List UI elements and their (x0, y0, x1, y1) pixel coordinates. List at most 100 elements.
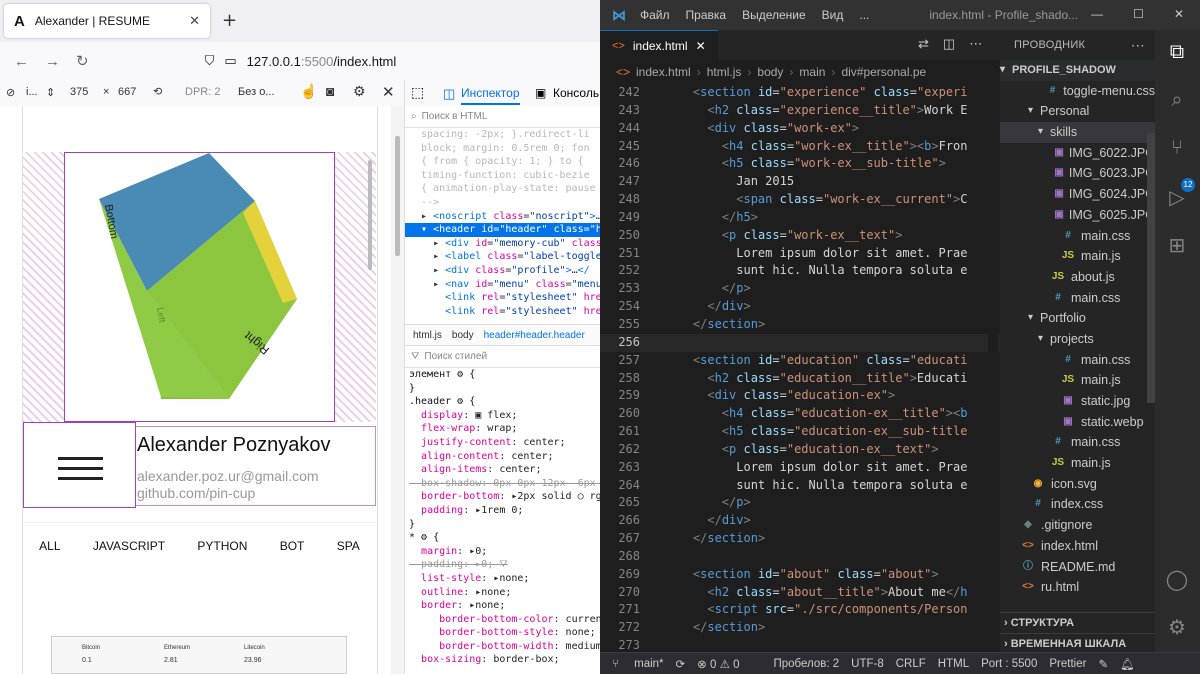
url-bar[interactable]: ⛉ ▭ 127.0.0.1:5500/index.html (205, 53, 397, 69)
width-input[interactable]: 375 (70, 86, 88, 98)
explorer-more-icon[interactable]: ⋯ (1131, 37, 1145, 54)
html-search[interactable]: ⌕ Поиск в HTML (405, 106, 600, 128)
inspector-tab-icon[interactable]: ◫ (443, 86, 455, 102)
problems-status[interactable]: ⊗ 0 ⚠ 0 (697, 657, 739, 671)
page-scrollbar[interactable] (368, 160, 372, 270)
tree-item[interactable]: <> ru.html (1000, 577, 1155, 598)
crumb[interactable]: body (757, 65, 783, 79)
new-tab-button[interactable]: + (222, 10, 237, 31)
maximize-icon[interactable]: ☐ (1133, 7, 1144, 21)
sync-icon[interactable]: ⟳ (676, 657, 686, 671)
tree-item[interactable]: ▣ IMG_6023.JPG (1000, 163, 1155, 184)
tree-item[interactable]: <> index.html (1000, 536, 1155, 557)
back-icon[interactable]: ← (14, 53, 29, 70)
editor-scrollbar[interactable] (988, 84, 998, 652)
crumb-header[interactable]: header#header.header (484, 330, 585, 341)
tree-item[interactable]: ◉ icon.svg (1000, 474, 1155, 495)
indentation-status[interactable]: Пробелов: 2 (773, 658, 839, 670)
shield-icon[interactable]: ⛉ (205, 53, 215, 69)
menu-more[interactable]: ... (859, 8, 869, 22)
settings-gear-icon[interactable]: ⚙ (1165, 616, 1189, 640)
extensions-icon[interactable]: ⊞ (1165, 234, 1189, 258)
forward-icon[interactable]: → (45, 53, 60, 70)
html-search-input[interactable]: Поиск в HTML (422, 111, 488, 122)
crumb-body[interactable]: body (452, 330, 474, 341)
search-icon[interactable]: ⌕ (1165, 88, 1189, 112)
explorer-scrollbar[interactable] (1147, 133, 1155, 403)
explorer-icon[interactable]: ⧉ (1165, 40, 1189, 64)
profile-github[interactable]: github.com/pin-cup (137, 485, 255, 501)
tree-item[interactable]: # main.css (1000, 432, 1155, 453)
touch-icon[interactable]: ☝ (300, 83, 317, 100)
reload-icon[interactable]: ↻ (76, 52, 89, 70)
settings-icon[interactable]: ⚙ (353, 83, 366, 100)
outline-section[interactable]: › СТРУКТУРА (1000, 612, 1155, 633)
rotate-icon[interactable]: ⟲ (153, 85, 162, 98)
compare-icon[interactable]: ⇄ (918, 36, 929, 52)
tab-console[interactable]: Консоль (553, 86, 599, 100)
picker-icon[interactable]: ⬚ (411, 84, 424, 101)
menu-edit[interactable]: Правка (686, 8, 727, 22)
throttle-select[interactable]: Без о... (238, 86, 274, 98)
close-tab-icon[interactable]: ✕ (189, 13, 200, 29)
html-node[interactable]: ▸ <noscript class="noscript">… (405, 210, 600, 224)
editor-tab-index-html[interactable]: <> index.html ✕ (600, 30, 718, 60)
minimize-icon[interactable]: — (1091, 7, 1103, 21)
html-node[interactable]: ▸ <div class="profile">…</ (405, 264, 600, 278)
console-tab-icon[interactable]: ▣ (535, 86, 546, 100)
live-server-status[interactable]: Port : 5500 (981, 658, 1037, 670)
menu-selection[interactable]: Выделение (742, 8, 806, 22)
close-window-icon[interactable]: ✕ (1174, 7, 1184, 21)
language-status[interactable]: HTML (938, 658, 969, 670)
tree-item[interactable]: # main.css (1000, 288, 1155, 309)
filter-spa[interactable]: SPA (337, 523, 360, 553)
encoding-status[interactable]: UTF-8 (851, 658, 884, 670)
tree-item[interactable]: ▣ IMG_6024.JPG (1000, 184, 1155, 205)
branch-status[interactable]: ⑂ main* (612, 658, 664, 670)
tree-item[interactable]: # main.css (1000, 350, 1155, 371)
html-node[interactable]: ▸ <nav id="menu" class="menu" (405, 278, 600, 292)
html-node[interactable]: ▸ <label class="label-toggle (405, 250, 600, 264)
root-folder[interactable]: ▾ PROFILE_SHADOW (1000, 60, 1155, 81)
tree-item[interactable]: JS main.js (1000, 246, 1155, 267)
crumb[interactable]: div#personal.pe (841, 65, 926, 79)
tree-item[interactable]: # toggle-menu.css (1000, 81, 1155, 102)
tree-item[interactable]: ◆ .gitignore (1000, 515, 1155, 536)
styles-filter[interactable]: ⛛ Поиск стилей (405, 346, 600, 368)
tree-item[interactable]: JS main.js (1000, 370, 1155, 391)
styles-filter-input[interactable]: Поиск стилей (424, 351, 487, 362)
tree-item[interactable]: ▾ skills (1000, 122, 1155, 143)
html-node[interactable]: ▸ <div id="memory-cub" class (405, 237, 600, 251)
code-editor[interactable]: 242 <section id="experience" class="expe… (600, 84, 1000, 652)
tree-item[interactable]: JS about.js (1000, 267, 1155, 288)
menu-file[interactable]: Файл (640, 8, 670, 22)
tree-item[interactable]: ▾ Personal (1000, 101, 1155, 122)
html-node[interactable]: <link rel="stylesheet" hre (405, 291, 600, 305)
filter-javascript[interactable]: JAVASCRIPT (93, 523, 165, 553)
device-select[interactable]: i... (26, 86, 38, 98)
eol-status[interactable]: CRLF (896, 658, 926, 670)
viewport-scrollbar[interactable] (391, 106, 404, 674)
crumb[interactable]: index.html (636, 65, 691, 79)
tree-item[interactable]: ▣ static.webp (1000, 412, 1155, 433)
prettier-status[interactable]: Prettier (1049, 658, 1086, 670)
tab-inspector[interactable]: Инспектор (461, 86, 520, 105)
crumb[interactable]: main (799, 65, 825, 79)
html-node[interactable]: <link rel="stylesheet" hre (405, 305, 600, 319)
tree-item[interactable]: ▣ IMG_6025.JPG (1000, 205, 1155, 226)
run-debug-icon[interactable]: ▷ (1165, 186, 1189, 210)
screenshot-icon[interactable]: ◙ (326, 83, 334, 99)
browser-tab[interactable]: A Alexander | RESUME ✕ (4, 4, 210, 38)
memory-cube[interactable]: Bottom Left Right (65, 153, 336, 423)
split-editor-icon[interactable]: ◫ (943, 36, 955, 52)
menu-view[interactable]: Вид (822, 8, 844, 22)
close-editor-tab-icon[interactable]: ✕ (696, 39, 706, 53)
tree-item[interactable]: ▾ projects (1000, 329, 1155, 350)
project-thumbnail[interactable]: Bitcoin Ethereum Litecoin 0.1 2.81 23.96 (51, 636, 347, 674)
profile-email[interactable]: alexander.poz.ur@gmail.com (137, 468, 319, 484)
close-rdm-icon[interactable]: ✕ (382, 83, 395, 101)
tree-item[interactable]: # main.css (1000, 226, 1155, 247)
crumb[interactable]: html.js (707, 65, 742, 79)
feedback-icon[interactable]: ✎ (1098, 657, 1108, 671)
html-node-selected[interactable]: ▾ <header id="header" class="he (405, 223, 600, 237)
